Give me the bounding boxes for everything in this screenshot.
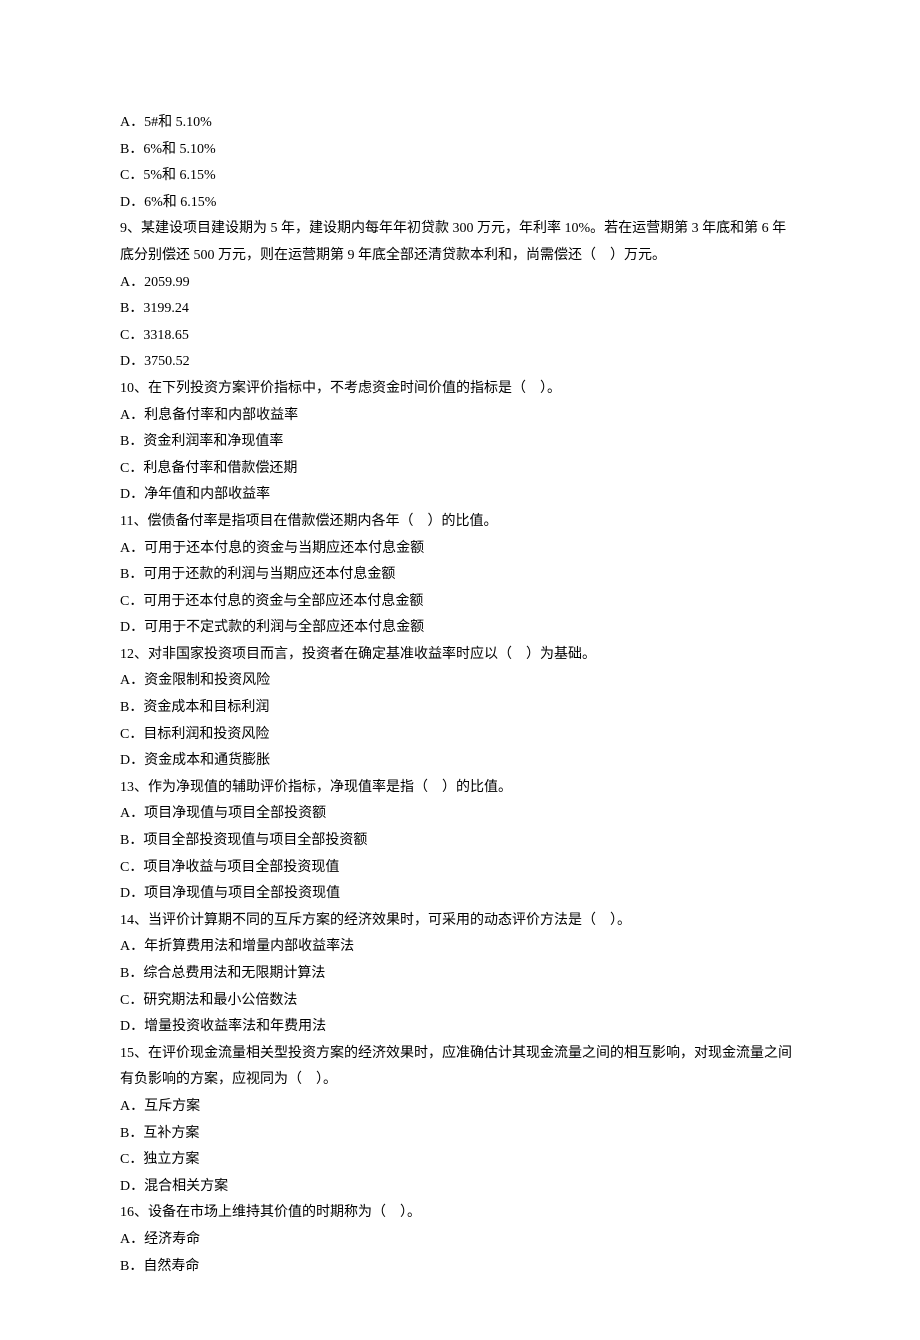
text-line: D．3750.52 [120, 349, 800, 376]
text-line: D．资金成本和通货膨胀 [120, 748, 800, 775]
text-line: A．年折算费用法和增量内部收益率法 [120, 934, 800, 961]
text-line: B．互补方案 [120, 1121, 800, 1148]
text-line: 10、在下列投资方案评价指标中，不考虑资金时间价值的指标是（ ）。 [120, 376, 800, 403]
text-line: 15、在评价现金流量相关型投资方案的经济效果时，应准确估计其现金流量之间的相互影… [120, 1041, 800, 1094]
text-line: A．利息备付率和内部收益率 [120, 403, 800, 430]
text-line: C．3318.65 [120, 323, 800, 350]
text-line: A．项目净现值与项目全部投资额 [120, 801, 800, 828]
text-line: B．自然寿命 [120, 1254, 800, 1281]
text-line: B．3199.24 [120, 296, 800, 323]
text-line: C．利息备付率和借款偿还期 [120, 456, 800, 483]
text-line: 16、设备在市场上维持其价值的时期称为（ ）。 [120, 1200, 800, 1227]
text-line: D．可用于不定式款的利润与全部应还本付息金额 [120, 615, 800, 642]
text-line: A．2059.99 [120, 270, 800, 297]
text-line: 12、对非国家投资项目而言，投资者在确定基准收益率时应以（ ）为基础。 [120, 642, 800, 669]
text-line: B．资金成本和目标利润 [120, 695, 800, 722]
text-line: A．资金限制和投资风险 [120, 668, 800, 695]
text-line: B．项目全部投资现值与项目全部投资额 [120, 828, 800, 855]
text-line: C．5%和 6.15% [120, 163, 800, 190]
text-line: C．可用于还本付息的资金与全部应还本付息金额 [120, 589, 800, 616]
text-line: A．5#和 5.10% [120, 110, 800, 137]
text-line: 14、当评价计算期不同的互斥方案的经济效果时，可采用的动态评价方法是（ ）。 [120, 908, 800, 935]
text-line: 11、偿债备付率是指项目在借款偿还期内各年（ ）的比值。 [120, 509, 800, 536]
text-line: D．6%和 6.15% [120, 190, 800, 217]
text-line: D．混合相关方案 [120, 1174, 800, 1201]
text-line: B．6%和 5.10% [120, 137, 800, 164]
text-line: A．经济寿命 [120, 1227, 800, 1254]
text-line: A．互斥方案 [120, 1094, 800, 1121]
text-line: D．项目净现值与项目全部投资现值 [120, 881, 800, 908]
text-line: B．综合总费用法和无限期计算法 [120, 961, 800, 988]
text-line: C．独立方案 [120, 1147, 800, 1174]
text-line: C．研究期法和最小公倍数法 [120, 988, 800, 1015]
text-line: B．可用于还款的利润与当期应还本付息金额 [120, 562, 800, 589]
text-line: C．项目净收益与项目全部投资现值 [120, 855, 800, 882]
text-line: 9、某建设项目建设期为 5 年，建设期内每年年初贷款 300 万元，年利率 10… [120, 216, 800, 269]
text-line: D．增量投资收益率法和年费用法 [120, 1014, 800, 1041]
text-line: C．目标利润和投资风险 [120, 722, 800, 749]
text-line: A．可用于还本付息的资金与当期应还本付息金额 [120, 536, 800, 563]
text-line: D．净年值和内部收益率 [120, 482, 800, 509]
document-content: A．5#和 5.10% B．6%和 5.10% C．5%和 6.15% D．6%… [120, 110, 800, 1280]
text-line: B．资金利润率和净现值率 [120, 429, 800, 456]
text-line: 13、作为净现值的辅助评价指标，净现值率是指（ ）的比值。 [120, 775, 800, 802]
